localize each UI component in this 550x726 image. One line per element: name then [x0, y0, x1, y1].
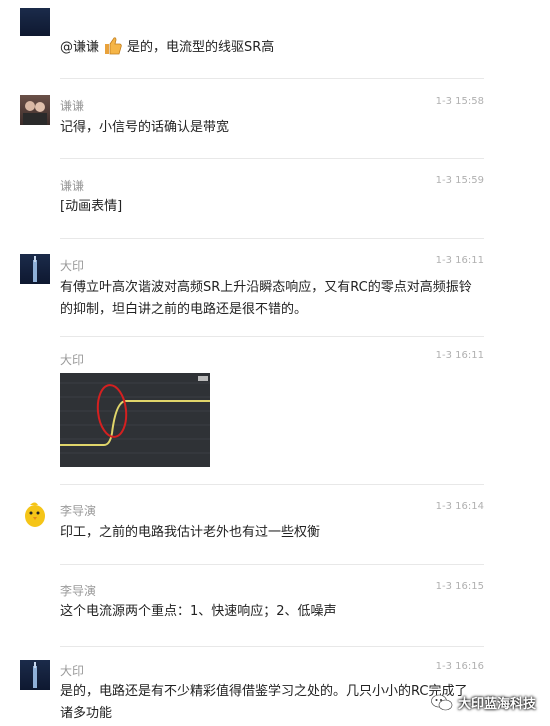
thumbs-up-icon — [105, 37, 122, 55]
sender-name[interactable]: 大印 — [60, 662, 84, 679]
avatar-photo — [33, 256, 37, 282]
wechat-icon — [431, 694, 453, 710]
timestamp: 1-3 15:59 — [435, 175, 484, 186]
avatar — [20, 8, 50, 36]
avatar-photo — [33, 662, 37, 688]
chick-avatar — [25, 502, 45, 527]
message-text: @谦谦 是的，电流型的线驱SR高 — [60, 36, 480, 59]
mention-link[interactable]: @谦谦 — [60, 40, 99, 55]
sender-name[interactable]: 李导演 — [60, 582, 96, 599]
sender-name[interactable]: 谦谦 — [60, 97, 84, 114]
oscilloscope-image[interactable] — [60, 373, 210, 467]
divider — [60, 646, 484, 647]
timestamp: 1-3 16:14 — [435, 501, 484, 512]
divider — [60, 484, 484, 485]
sender-name[interactable]: 大印 — [60, 257, 84, 274]
watermark-text: 大印蓝海科技 — [457, 697, 536, 712]
divider — [60, 238, 484, 239]
message-text: 这个电流源两个重点：1、快速响应；2、低噪声 — [60, 604, 337, 619]
sender-name[interactable]: 李导演 — [60, 502, 96, 519]
timestamp: 1-3 16:15 — [435, 581, 484, 592]
avatar[interactable] — [20, 499, 50, 529]
sender-name[interactable]: 谦谦 — [60, 177, 84, 194]
timestamp: 1-3 16:11 — [435, 255, 484, 266]
watermark: 大印蓝海科技 — [431, 693, 536, 712]
avatar[interactable] — [20, 660, 50, 690]
message-text: 记得，小信号的话确认是带宽 — [60, 120, 230, 135]
divider — [60, 158, 484, 159]
message-text: 印工，之前的电路我估计老外也有过一些权衡 — [60, 525, 321, 540]
message-text: 有傅立叶高次谐波对高频SR上升沿瞬态响应，又有RC的零点对高频振铃的抑制，坦白讲… — [60, 280, 472, 317]
message-text: 是的，电路还是有不少精彩值得借鉴学习之处的。几只小小的RC完成了诸多功能 — [60, 684, 468, 721]
timestamp: 1-3 16:11 — [435, 350, 484, 361]
divider — [60, 78, 484, 79]
oscilloscope-waveform — [60, 376, 210, 454]
divider — [60, 336, 484, 337]
avatar[interactable] — [20, 95, 50, 125]
avatar-photo — [23, 101, 47, 125]
timestamp: 1-3 16:16 — [435, 661, 484, 672]
timestamp: 1-3 15:58 — [435, 96, 484, 107]
message-text: [动画表情] — [60, 199, 123, 214]
divider — [60, 564, 484, 565]
sender-name[interactable]: 大印 — [60, 351, 84, 368]
avatar[interactable] — [20, 254, 50, 284]
